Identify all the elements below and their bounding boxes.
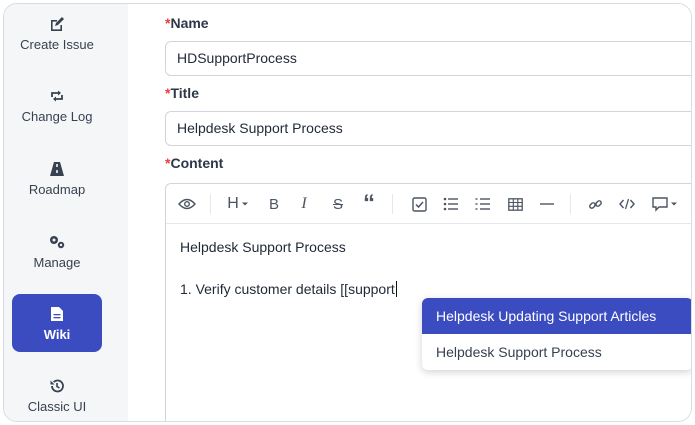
quote-icon[interactable]: “ [360,190,378,217]
road-icon [48,160,66,178]
sidebar-item-change-log[interactable]: Change Log [12,76,102,134]
horizontal-rule-icon[interactable] [538,194,556,214]
table-icon[interactable] [506,194,524,214]
comment-icon[interactable] [650,194,680,214]
autocomplete-option[interactable]: Helpdesk Updating Support Articles [422,298,691,334]
code-icon[interactable] [618,194,636,214]
edit-icon [48,15,66,33]
name-input[interactable]: HDSupportProcess [165,41,691,76]
name-label: *Name [165,15,209,31]
sidebar-item-manage[interactable]: Manage [12,222,102,280]
italic-icon[interactable]: I [296,194,312,214]
toolbar-divider [210,194,211,214]
toolbar-divider [392,194,393,214]
wiki-form: *Name HDSupportProcess *Title Helpdesk S… [128,4,691,421]
sidebar-item-label: Roadmap [28,181,86,197]
heading-icon[interactable]: H [224,194,252,214]
app-window: Create Issue Change Log Roadmap Manage W [3,3,692,422]
sidebar-item-label: Manage [33,254,81,270]
sidebar-item-wiki[interactable]: Wiki [12,294,102,352]
autocomplete-option[interactable]: Helpdesk Support Process [422,334,691,370]
task-list-icon[interactable] [410,194,428,214]
content-label: *Content [165,155,224,171]
sidebar-item-label: Classic UI [27,398,87,414]
strikethrough-icon[interactable]: S [330,194,346,214]
toolbar-divider [570,194,571,214]
history-icon [48,377,66,395]
sidebar: Create Issue Change Log Roadmap Manage W [4,4,128,421]
text-caret [395,281,397,297]
sidebar-item-roadmap[interactable]: Roadmap [12,149,102,207]
gears-icon [48,233,66,251]
title-input[interactable]: Helpdesk Support Process [165,111,691,146]
editor-line-1: Helpdesk Support Process [180,239,346,255]
bullet-list-icon[interactable] [442,194,460,214]
editor-toolbar: H B I S “ [166,184,691,224]
link-icon[interactable] [586,194,604,214]
repeat-icon [48,87,66,105]
bold-icon[interactable]: B [266,194,282,214]
preview-icon[interactable] [176,194,198,214]
sidebar-item-label: Create Issue [20,36,94,52]
sidebar-item-classic-ui[interactable]: Classic UI [12,366,102,421]
title-label: *Title [165,85,199,101]
sidebar-item-create-issue[interactable]: Create Issue [12,4,102,62]
editor-line-2: 1. Verify customer details [[support [180,281,397,297]
wiki-link-autocomplete: Helpdesk Updating Support Articles Helpd… [422,298,691,370]
sidebar-item-label: Change Log [21,108,93,124]
ordered-list-icon[interactable] [474,194,492,214]
document-icon [48,305,66,323]
sidebar-item-label: Wiki [43,326,71,342]
